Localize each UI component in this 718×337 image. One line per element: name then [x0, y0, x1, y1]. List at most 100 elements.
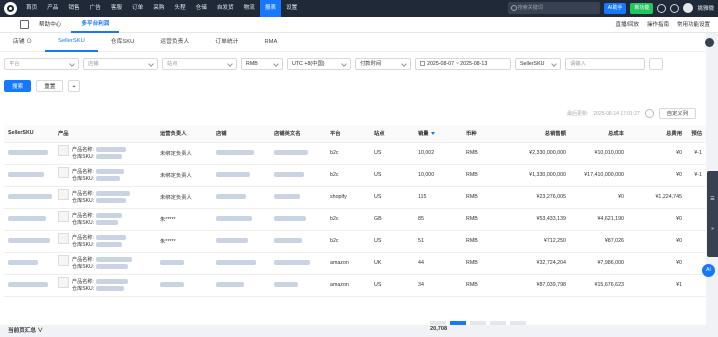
tab-multi-platform-profit[interactable]: 多平台利润: [71, 17, 120, 33]
right-rail[interactable]: ☰ »: [707, 171, 718, 257]
table-cell[interactable]: [4, 230, 54, 253]
column-header[interactable]: 运营负责人: [156, 125, 212, 143]
column-header[interactable]: 平台: [326, 125, 370, 143]
nav-item[interactable]: 客服: [106, 0, 127, 17]
table-cell[interactable]: [4, 142, 54, 165]
table-row[interactable]: 产品名称: 仓库SKU: 未绑定负责人 shopify US 115 RMB ¥23,276,…: [4, 186, 706, 209]
info-icon[interactable]: [644, 109, 654, 118]
user-name[interactable]: 姚雅微: [697, 4, 714, 12]
table-cell: ¥87,039,798: [502, 274, 570, 297]
product-thumbnail: [58, 144, 69, 156]
table-cell: UK: [370, 252, 414, 275]
page-summary-label[interactable]: 当前页汇总 ∨: [8, 326, 43, 334]
ai-bubble-button[interactable]: AI: [702, 264, 715, 277]
global-search-input[interactable]: 搜索关键词: [507, 2, 600, 14]
settings-link[interactable]: 常用功能设置: [677, 17, 710, 33]
last-updated-time: 2025-08-14 17:01:27: [593, 110, 640, 117]
column-header-label: 平台: [330, 131, 341, 138]
nav-item[interactable]: 产品: [42, 0, 63, 17]
search-button[interactable]: 搜索: [4, 80, 32, 92]
tab-help-center[interactable]: 帮助中心: [29, 17, 71, 33]
column-header[interactable]: 预估: [686, 125, 706, 143]
home-icon[interactable]: [20, 20, 29, 29]
platform-select[interactable]: 平台: [4, 58, 79, 70]
live-replay-link[interactable]: 直播/回放: [615, 17, 639, 33]
currency-select[interactable]: RMB: [241, 58, 283, 70]
column-header[interactable]: 总销售额: [502, 125, 570, 143]
pager-page[interactable]: [470, 321, 486, 325]
table-row[interactable]: 产品名称: 仓库SKU: 未绑定负责人 b2c US 10,002 RMB ¥2,330,00…: [4, 142, 706, 165]
nav-item[interactable]: 物流: [239, 0, 260, 17]
timezone-select[interactable]: UTC +8(中国): [287, 58, 351, 70]
table-cell[interactable]: [4, 186, 54, 209]
sort-desc-icon[interactable]: [430, 132, 435, 136]
column-header[interactable]: 店铺: [212, 125, 270, 143]
subtab-store[interactable]: 店铺 ⊙: [0, 33, 45, 52]
notification-icon[interactable]: [670, 3, 680, 13]
table-cell[interactable]: [4, 274, 54, 297]
help-icon[interactable]: [657, 3, 667, 13]
column-header[interactable]: 币种: [462, 125, 502, 143]
subtab-warehouse-sku[interactable]: 仓库SKU: [98, 33, 148, 52]
table-row[interactable]: 产品名称: 仓库SKU: amazon US 34 RMB ¥87,039,798 ¥15,6…: [4, 274, 706, 297]
nav-item[interactable]: 销售: [63, 0, 84, 17]
nav-item[interactable]: 报表: [259, 0, 282, 17]
nav-item[interactable]: 仓储: [191, 0, 212, 17]
support-icon[interactable]: [705, 38, 714, 47]
nav-item[interactable]: 广告: [85, 0, 106, 17]
table-row[interactable]: 产品名称: 仓库SKU: 朱***** b2c GB 85 RMB ¥53,433,139 ¥4…: [4, 208, 706, 231]
sku-type-select[interactable]: SellerSKU: [515, 58, 561, 70]
subtab-rma[interactable]: RMA: [251, 33, 290, 52]
nav-item[interactable]: 头程: [169, 0, 190, 17]
subtab-order-stats[interactable]: 订单统计: [202, 33, 251, 52]
column-header[interactable]: 总成本: [570, 125, 628, 143]
table-cell: b2c: [326, 230, 370, 253]
table-cell[interactable]: [4, 252, 54, 275]
nav-item[interactable]: 采购: [148, 0, 169, 17]
new-features-button[interactable]: 新功能: [630, 2, 654, 14]
sales-cell: ¥87,039,798: [536, 282, 566, 288]
time-type-select[interactable]: 付款时间: [355, 58, 411, 70]
table-cell: ¥1,330,000,000: [502, 164, 570, 187]
subtab-owner[interactable]: 运营负责人: [147, 33, 202, 52]
table-cell: ¥0: [628, 252, 686, 275]
add-filter-button[interactable]: +: [68, 80, 80, 92]
nav-item[interactable]: 订单: [127, 0, 148, 17]
nav-item[interactable]: 自发货: [212, 0, 239, 17]
nav-item[interactable]: 设置: [281, 0, 302, 17]
table-cell: GB: [370, 208, 414, 231]
date-range-picker[interactable]: 2025-08-07 ~ 2025-08-13: [415, 58, 511, 70]
subtab-sellersku[interactable]: SellerSKU: [45, 33, 98, 52]
reset-button[interactable]: 重置: [36, 80, 64, 92]
column-header[interactable]: 站点: [370, 125, 414, 143]
avatar[interactable]: [683, 3, 694, 13]
table-row[interactable]: 产品名称: 仓库SKU: 未绑定负责人 b2c US 10,000 RMB ¥1,330,00…: [4, 164, 706, 187]
column-header-label: 产品: [58, 131, 69, 138]
pager-next[interactable]: [510, 321, 526, 325]
table-cell: 未绑定负责人: [156, 164, 212, 187]
column-header[interactable]: SellerSKU: [4, 125, 54, 143]
column-header[interactable]: 产品: [54, 125, 156, 143]
guide-link[interactable]: 操作指南: [647, 17, 669, 33]
pager-prev[interactable]: [430, 321, 446, 325]
table-cell[interactable]: [4, 208, 54, 231]
batch-search-icon[interactable]: [649, 58, 663, 70]
pager-page[interactable]: [450, 321, 466, 325]
table-cell: US: [370, 142, 414, 165]
table-cell: 产品名称: 仓库SKU:: [54, 142, 156, 165]
table-header-row: SellerSKU 产品 运营负责人 店铺 店铺英文名 平台 站点 销量 币种 总销售额 总成本 总费…: [4, 125, 706, 143]
column-header[interactable]: 总费用: [628, 125, 686, 143]
ai-assistant-button[interactable]: AI助手: [603, 2, 627, 14]
table-cell[interactable]: [4, 164, 54, 187]
keyword-input[interactable]: 请输入: [565, 58, 645, 70]
store-select[interactable]: 店铺: [83, 58, 158, 70]
nav-item[interactable]: 首页: [21, 0, 42, 17]
pager-page[interactable]: [490, 321, 506, 325]
table-row[interactable]: 产品名称: 仓库SKU: 朱***** b2c US 51 RMB ¥712,250 ¥87,0…: [4, 230, 706, 253]
custom-columns-button[interactable]: 自定义列: [658, 108, 696, 119]
app-logo[interactable]: [4, 2, 17, 15]
table-row[interactable]: 产品名称: 仓库SKU: amazon UK 44 RMB ¥32,724,204 ¥7,98…: [4, 252, 706, 275]
column-header[interactable]: 店铺英文名: [270, 125, 326, 143]
column-header[interactable]: 销量: [414, 125, 462, 143]
site-select[interactable]: 站点: [162, 58, 237, 70]
